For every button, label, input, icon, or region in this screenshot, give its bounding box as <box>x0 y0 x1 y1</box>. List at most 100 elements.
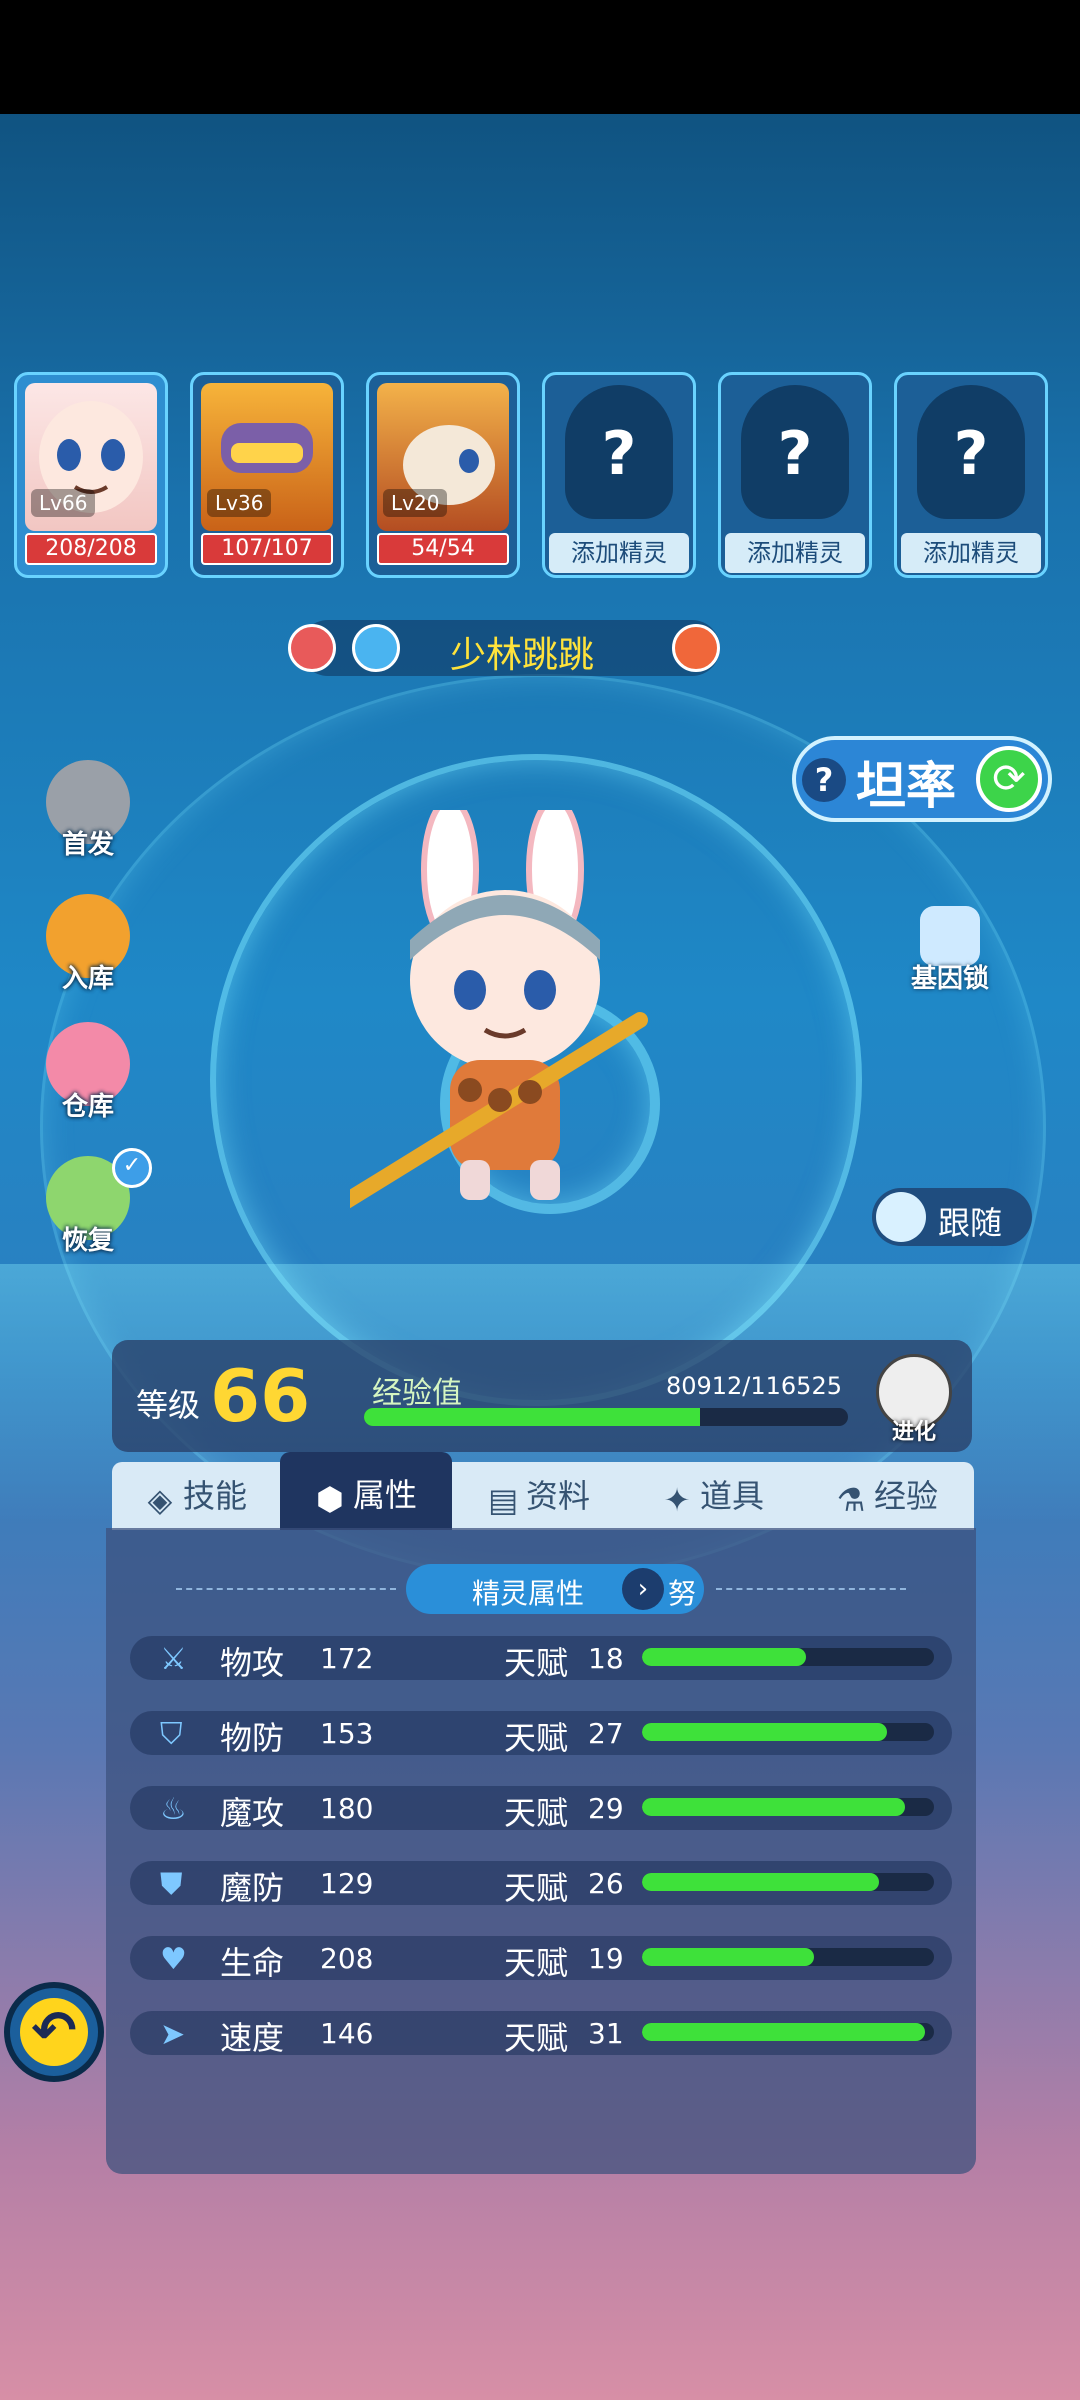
talent-label: 天赋 <box>504 2019 569 2057</box>
talent-fill <box>642 2023 926 2041</box>
stat-name: 魔防 <box>220 1869 285 1907</box>
team-slot-5[interactable]: ? 添加精灵 <box>718 372 872 578</box>
exp-fill <box>364 1408 700 1426</box>
evolve-button[interactable]: 进化 <box>872 1354 956 1445</box>
talent-label: 天赋 <box>504 1719 569 1757</box>
pet-level: Lv66 <box>31 489 96 517</box>
unknown-pet-icon: ? <box>741 385 849 519</box>
talent-value: 29 <box>588 1792 624 1825</box>
talent-value: 27 <box>588 1717 624 1750</box>
team-slot-6[interactable]: ? 添加精灵 <box>894 372 1048 578</box>
nature-label: 坦率 <box>856 757 956 815</box>
talent-label: 天赋 <box>504 1794 569 1832</box>
exp-bar <box>364 1408 848 1426</box>
talent-label: 天赋 <box>504 1869 569 1907</box>
talent-fill <box>642 1648 806 1666</box>
heal-button[interactable]: 恢复 ✓ <box>40 1148 152 1257</box>
shield-icon: ⛉ <box>160 1717 183 1752</box>
check-icon: ✓ <box>112 1148 152 1188</box>
pet-hp: 107/107 <box>201 533 333 565</box>
stat-name: 物防 <box>220 1719 285 1757</box>
follow-toggle[interactable]: 跟随 <box>872 1188 1032 1246</box>
exp-value: 80912/116525 <box>665 1372 842 1400</box>
team-slot-3[interactable]: Lv20 54/54 <box>366 372 520 578</box>
team-slot-4[interactable]: ? 添加精灵 <box>542 372 696 578</box>
talent-label: 天赋 <box>504 1644 569 1682</box>
talent-bar <box>642 1873 934 1891</box>
tab-info[interactable]: ▤ 资料 <box>452 1462 626 1530</box>
stat-row: ♥ 生命 208 天赋 19 <box>130 1936 952 1982</box>
stat-value: 172 <box>320 1642 374 1675</box>
fist-element-icon[interactable] <box>288 624 336 672</box>
monk-rabbit-pet[interactable] <box>350 810 660 1230</box>
talent-fill <box>642 1723 888 1741</box>
pet-hp: 54/54 <box>377 533 509 565</box>
nature-badge[interactable]: ? 坦率 ⟳ <box>792 736 1052 822</box>
pet-name: 少林跳跳 <box>450 635 595 676</box>
tab-items[interactable]: ✦ 道具 <box>626 1462 800 1530</box>
section-title: 精灵属性 › 努 <box>406 1564 704 1614</box>
add-pet-label: 添加精灵 <box>549 533 689 573</box>
talent-fill <box>642 1948 815 1966</box>
wind-element-icon[interactable] <box>352 624 400 672</box>
stat-value: 153 <box>320 1717 374 1750</box>
tab-skills[interactable]: ◈ 技能 <box>112 1462 280 1530</box>
stat-row: ⛊ 魔防 129 天赋 26 <box>130 1861 952 1907</box>
talent-fill <box>642 1798 905 1816</box>
add-pet-label: 添加精灵 <box>901 533 1041 573</box>
stat-row: ♨ 魔攻 180 天赋 29 <box>130 1786 952 1832</box>
divider-left <box>176 1588 396 1590</box>
talent-bar <box>642 1798 934 1816</box>
refresh-icon[interactable]: ⟳ <box>976 746 1042 812</box>
flame-icon: ♨ <box>160 1792 187 1827</box>
sword-icon: ⚔ <box>160 1642 187 1677</box>
talent-fill <box>642 1873 879 1891</box>
tab-attributes[interactable]: ⬢ 属性 <box>280 1452 452 1530</box>
unknown-pet-icon: ? <box>917 385 1025 519</box>
store-button[interactable]: 入库 <box>40 894 136 995</box>
level-value: 66 <box>210 1354 311 1438</box>
lead-button[interactable]: 首发 <box>40 760 136 861</box>
stat-row: ➤ 速度 146 天赋 31 <box>130 2011 952 2057</box>
back-button[interactable]: ↶ <box>4 1982 104 2082</box>
boot-icon: ➤ <box>160 2017 186 2052</box>
magic-shield-icon: ⛊ <box>160 1867 183 1902</box>
back-arrow-icon: ↶ <box>20 1998 88 2066</box>
stat-row: ⚔ 物攻 172 天赋 18 <box>130 1636 952 1682</box>
help-icon[interactable]: ? <box>802 758 846 802</box>
diamond-up-icon: ◈ <box>147 1481 173 1519</box>
talent-value: 19 <box>588 1942 624 1975</box>
hexagon-icon: ⬢ <box>316 1480 344 1518</box>
talent-bar <box>642 1723 934 1741</box>
pet-level: Lv20 <box>383 489 448 517</box>
stat-name: 生命 <box>220 1944 285 1982</box>
level-panel: 等级 66 经验值 80912/116525 进化 <box>112 1340 972 1452</box>
talent-bar <box>642 2023 934 2041</box>
unknown-pet-icon: ? <box>565 385 673 519</box>
heart-plus-icon: ♥ <box>160 1942 187 1977</box>
warehouse-button[interactable]: 仓库 <box>40 1022 136 1123</box>
pet-name-plate: 少林跳跳 <box>288 620 720 676</box>
tab-experience[interactable]: ⚗ 经验 <box>800 1462 974 1530</box>
talent-bar <box>642 1648 934 1666</box>
talent-bar <box>642 1948 934 1966</box>
next-section-icon[interactable]: › <box>622 1568 664 1610</box>
tab-bar: ◈ 技能 ⬢ 属性 ▤ 资料 ✦ 道具 ⚗ 经验 <box>112 1452 974 1530</box>
status-bar <box>0 0 1080 114</box>
stat-name: 速度 <box>220 2019 285 2057</box>
gender-icon[interactable] <box>672 624 720 672</box>
dna-lock-icon <box>920 906 980 966</box>
team-slot-2[interactable]: Lv36 107/107 <box>190 372 344 578</box>
clipboard-icon: ▤ <box>487 1481 519 1519</box>
gene-lock-button[interactable]: 基因锁 <box>900 906 1000 995</box>
star-burst-icon: ✦ <box>663 1481 691 1519</box>
stat-name: 物攻 <box>220 1644 285 1682</box>
attribute-panel: 精灵属性 › 努 ⚔ 物攻 172 天赋 18 ⛉ 物防 153 天赋 27 ♨ 魔攻 180 天赋 29 ⛊… <box>106 1528 976 2174</box>
stat-value: 146 <box>320 2017 374 2050</box>
team-slot-1[interactable]: Lv66 208/208 <box>14 372 168 578</box>
pet-level: Lv36 <box>207 489 272 517</box>
flask-icon: ⚗ <box>836 1481 866 1519</box>
talent-value: 31 <box>588 2017 624 2050</box>
talent-label: 天赋 <box>504 1944 569 1982</box>
add-pet-label: 添加精灵 <box>725 533 865 573</box>
